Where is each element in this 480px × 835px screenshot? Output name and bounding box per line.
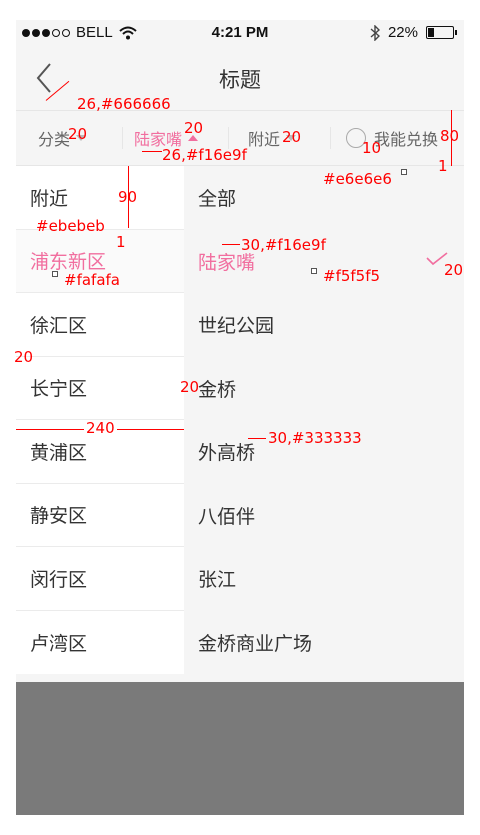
annotation-pointer <box>222 244 240 245</box>
area-label: 全部 <box>198 188 237 211</box>
area-label: 张江 <box>198 569 237 592</box>
battery-percent: 22% <box>387 24 418 41</box>
tab-divider <box>330 127 331 149</box>
tab-nearby-label: 附近 <box>248 130 281 149</box>
page-title: 标题 <box>219 68 261 92</box>
district-label: 闵行区 <box>30 568 88 591</box>
area-label: 金桥 <box>198 378 237 401</box>
tab-divider <box>122 127 123 149</box>
annotation-text: 26,#666666 <box>77 95 171 113</box>
annotation-text: #fafafa <box>64 271 120 289</box>
district-item[interactable]: 长宁区 <box>16 357 184 420</box>
annotation-text: 30,#333333 <box>268 429 362 447</box>
annotation-text: 20 <box>444 261 464 279</box>
district-item[interactable]: 静安区 <box>16 484 184 547</box>
district-item[interactable]: 卢湾区 <box>16 611 184 675</box>
annotation-text: 80 <box>440 127 460 145</box>
annotation-text: 1 <box>438 157 448 175</box>
annotation-text: 20 <box>14 348 34 366</box>
district-item[interactable]: 闵行区 <box>16 547 184 611</box>
area-item[interactable]: 世纪公园 <box>184 293 464 357</box>
annotation-text: 10 <box>362 139 382 157</box>
annotation-text: #e6e6e6 <box>323 170 392 188</box>
annotation-text: 20 <box>282 128 302 146</box>
annotation-pointer <box>248 438 266 439</box>
dim-overlay[interactable] <box>16 682 464 815</box>
redeemable-label: 我能兑换 <box>374 130 439 149</box>
annotation-text: 30,#f16e9f <box>241 236 326 254</box>
area-label: 八佰伴 <box>198 505 256 528</box>
area-item[interactable]: 张江 <box>184 547 464 611</box>
annotation-text: 90 <box>118 188 138 206</box>
annotation-text: 240 <box>84 419 117 437</box>
annotation-text: #f5f5f5 <box>323 267 381 285</box>
annotation-text: 20 <box>180 378 200 396</box>
annotation-text: 26,#f16e9f <box>162 146 247 164</box>
annotation-text: 20 <box>68 125 88 143</box>
area-item[interactable]: 八佰伴 <box>184 484 464 548</box>
district-label: 徐汇区 <box>30 314 88 337</box>
area-label: 金桥商业广场 <box>198 632 313 655</box>
district-label: 长宁区 <box>30 378 88 401</box>
tab-category-label: 分类 <box>38 130 71 149</box>
area-item[interactable]: 金桥 <box>184 357 464 421</box>
status-right: 22% <box>370 24 457 41</box>
annotation-text: #ebebeb <box>36 217 105 235</box>
area-label: 外高桥 <box>198 442 256 465</box>
color-swatch <box>401 169 407 175</box>
color-swatch <box>52 271 58 277</box>
district-label: 附近 <box>30 187 69 210</box>
bluetooth-icon <box>370 24 380 41</box>
district-label: 卢湾区 <box>30 632 88 655</box>
battery-icon <box>426 26 457 39</box>
district-item[interactable]: 徐汇区 <box>16 293 184 357</box>
annotation-text: 20 <box>184 119 204 137</box>
annotation-pointer <box>142 151 162 152</box>
annotation-text: 1 <box>116 233 126 251</box>
redeemable-search[interactable]: 我能兑换 <box>346 111 438 165</box>
area-item[interactable]: 金桥商业广场 <box>184 611 464 675</box>
district-label: 黄浦区 <box>30 441 88 464</box>
status-bar: BELL 4:21 PM 22% <box>16 20 464 46</box>
district-label: 静安区 <box>30 505 88 528</box>
color-swatch <box>311 268 317 274</box>
area-label: 世纪公园 <box>198 315 275 338</box>
